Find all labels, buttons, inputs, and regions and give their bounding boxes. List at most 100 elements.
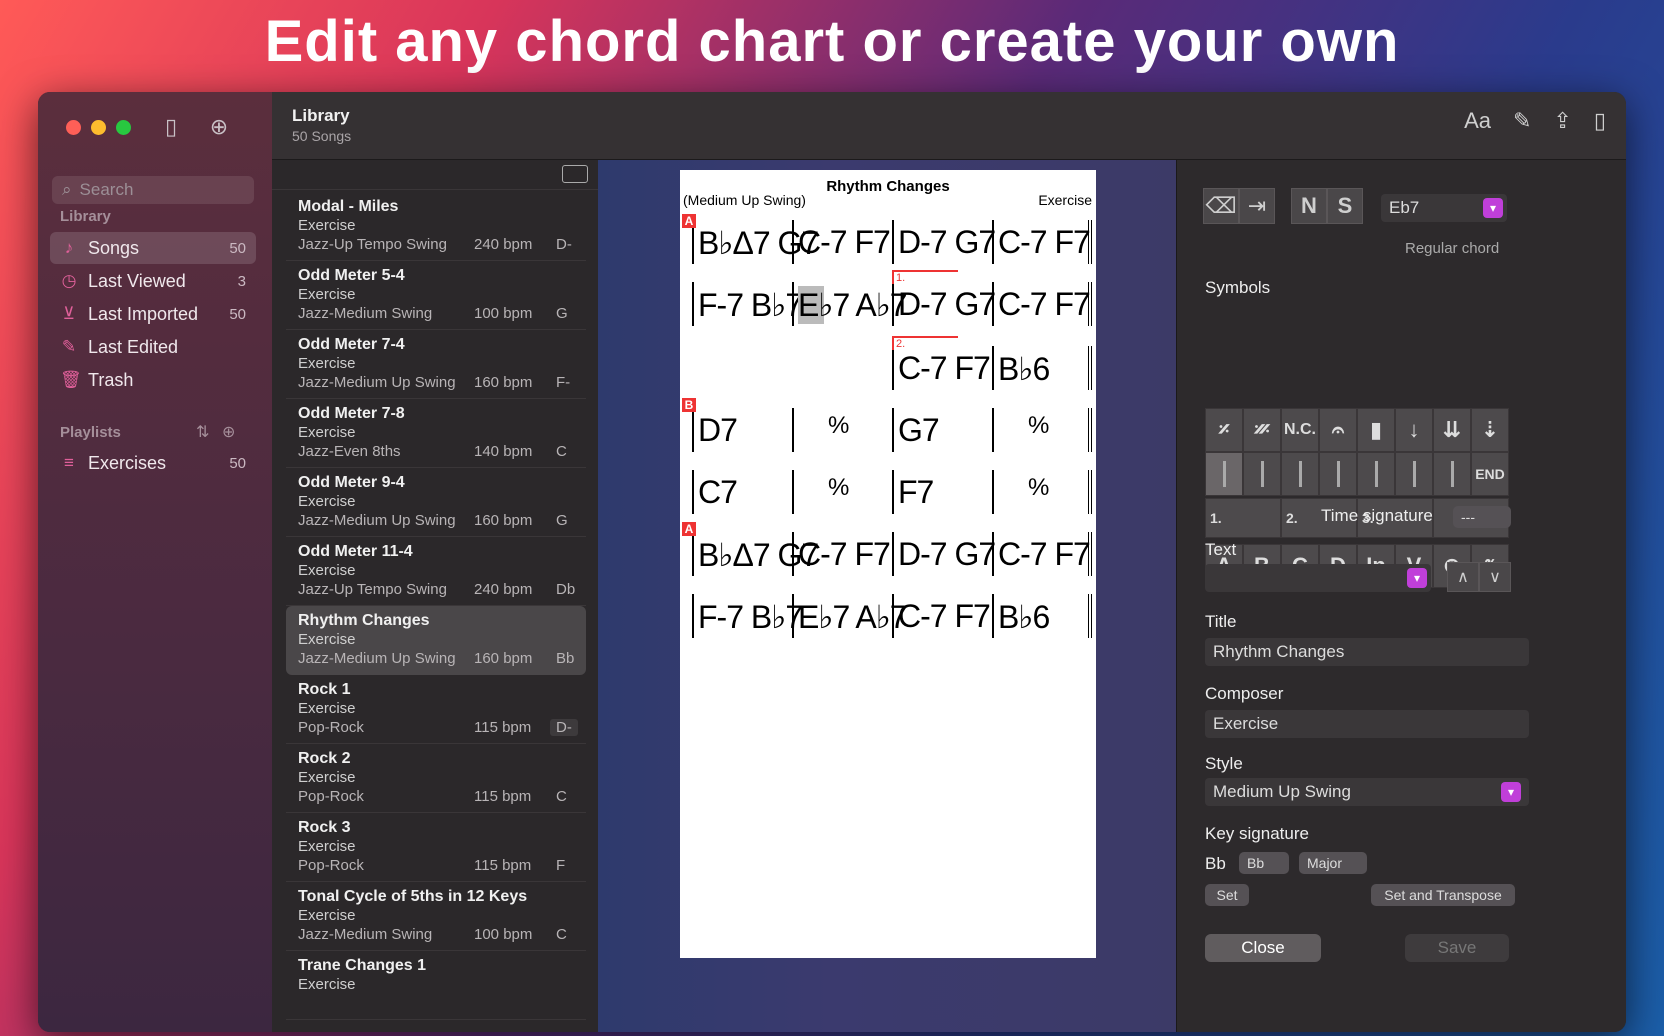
chevron-down-icon[interactable]: ∨ xyxy=(1479,562,1511,592)
chevron-up-icon[interactable]: ∧ xyxy=(1447,562,1479,592)
chord-cell[interactable]: % xyxy=(1028,412,1049,440)
chord-cell[interactable]: C-7 F7 xyxy=(898,598,991,635)
barline-symbol-button[interactable] xyxy=(1395,452,1433,496)
song-row[interactable]: Odd Meter 7-8 Exercise Jazz-Even 8ths 140 b… xyxy=(286,399,586,468)
zoom-window-button[interactable] xyxy=(116,120,131,135)
set-button[interactable]: Set xyxy=(1205,884,1249,906)
chord-cell[interactable]: F-7 B♭7 xyxy=(698,286,803,324)
pencil-icon[interactable]: ✎ xyxy=(1513,108,1531,134)
add-playlist-icon[interactable]: ⊕ xyxy=(222,422,235,442)
song-row[interactable]: Trane Changes 1 Exercise xyxy=(286,951,586,1020)
ending-symbol-button[interactable]: 1. xyxy=(1205,498,1281,538)
symbol-button[interactable]: ↓ xyxy=(1395,408,1433,452)
n-button[interactable]: N xyxy=(1291,188,1327,224)
close-button[interactable]: Close xyxy=(1205,934,1321,962)
end-symbol-button[interactable]: END xyxy=(1471,452,1509,496)
key-mode-select[interactable]: Major xyxy=(1299,852,1367,874)
save-button[interactable]: Save xyxy=(1405,934,1509,962)
chevron-down-icon[interactable]: ▾ xyxy=(1407,568,1427,588)
chord-cell[interactable]: B♭6 xyxy=(998,350,1050,388)
time-signature-select[interactable]: --- xyxy=(1453,506,1511,528)
end-barline xyxy=(1088,408,1092,452)
barline-symbol-button[interactable] xyxy=(1243,452,1281,496)
title-field[interactable]: Rhythm Changes xyxy=(1205,638,1529,666)
song-row[interactable]: Rock 3 Exercise Pop-Rock 115 bpm F xyxy=(286,813,586,882)
key-root-select[interactable]: Bb xyxy=(1239,852,1289,874)
chord-cell[interactable]: C-7 F7 xyxy=(798,224,891,261)
globe-icon[interactable]: ⊕ xyxy=(204,112,234,142)
sidebar-item-trash[interactable]: 🗑 Trash xyxy=(50,364,256,396)
song-row[interactable]: Modal - Miles Exercise Jazz-Up Tempo Swing… xyxy=(286,192,586,261)
search-input[interactable]: ⌕ Search xyxy=(52,176,254,204)
song-row[interactable]: Odd Meter 9-4 Exercise Jazz-Medium Up Swin… xyxy=(286,468,586,537)
chord-cell[interactable]: E♭7 A♭7 xyxy=(798,286,908,324)
playlist-item-exercises[interactable]: ≡ Exercises 50 xyxy=(50,447,256,479)
chord-cell[interactable]: % xyxy=(1028,474,1049,502)
sidebar-item-last-viewed[interactable]: ◷ Last Viewed 3 xyxy=(50,265,256,297)
chord-cell[interactable]: C-7 F7 xyxy=(998,224,1091,261)
symbol-button[interactable]: ⇊ xyxy=(1433,408,1471,452)
chord-cell[interactable]: E♭7 A♭7 xyxy=(798,598,908,636)
chord-cell[interactable]: D-7 G7 xyxy=(898,224,996,261)
song-key: D- xyxy=(550,719,578,736)
barline-symbol-button[interactable] xyxy=(1433,452,1471,496)
share-icon[interactable]: ⇪ xyxy=(1553,108,1571,134)
chord-cell[interactable]: D-7 G7 xyxy=(898,536,996,573)
library-header: Library 50 Songs Aa ✎ ⇪ ▯ xyxy=(272,92,1626,160)
song-title: Odd Meter 7-8 xyxy=(298,405,405,422)
symbol-button[interactable]: ⇣ xyxy=(1471,408,1509,452)
chord-cell[interactable]: C-7 F7 xyxy=(998,286,1091,323)
sidebar-item-last-edited[interactable]: ✎ Last Edited xyxy=(50,331,256,363)
symbol-button[interactable]: 𝄐 xyxy=(1319,408,1357,452)
song-row[interactable]: Odd Meter 7-4 Exercise Jazz-Medium Up Swin… xyxy=(286,330,586,399)
close-window-button[interactable] xyxy=(66,120,81,135)
set-and-transpose-button[interactable]: Set and Transpose xyxy=(1371,884,1515,906)
barline-symbol-button[interactable] xyxy=(1205,452,1243,496)
sidebar-toggle-icon[interactable]: ▯ xyxy=(156,112,186,142)
song-row[interactable]: Odd Meter 11-4 Exercise Jazz-Up Tempo Swin… xyxy=(286,537,586,606)
chord-cell[interactable]: D-7 G7 xyxy=(898,286,996,323)
chord-cell[interactable]: D7 xyxy=(698,412,738,449)
sidebar-item-songs[interactable]: ♪ Songs 50 xyxy=(50,232,256,264)
window-controls xyxy=(66,120,131,135)
columns-toggle-icon[interactable] xyxy=(562,165,588,183)
barline-symbol-button[interactable] xyxy=(1357,452,1395,496)
song-row[interactable]: Rock 1 Exercise Pop-Rock 115 bpm D- xyxy=(286,675,586,744)
inspector-toggle-icon[interactable]: ▯ xyxy=(1594,108,1606,134)
chord-cell[interactable]: B♭6 xyxy=(998,598,1050,636)
song-row[interactable]: Odd Meter 5-4 Exercise Jazz-Medium Swing 10… xyxy=(286,261,586,330)
page-subtitle: 50 Songs xyxy=(292,128,352,144)
s-button[interactable]: S xyxy=(1327,188,1363,224)
symbol-button[interactable]: N.C. xyxy=(1281,408,1319,452)
chord-cell[interactable]: C-7 F7 xyxy=(798,536,891,573)
sidebar-item-last-imported[interactable]: ⊻ Last Imported 50 xyxy=(50,298,256,330)
chord-cell[interactable]: F-7 B♭7 xyxy=(698,598,803,636)
chord-cell[interactable]: F7 xyxy=(898,474,934,511)
chord-chart-page[interactable]: Rhythm Changes (Medium Up Swing) Exercis… xyxy=(680,170,1096,958)
song-row[interactable]: Tonal Cycle of 5ths in 12 Keys Exercise Ja… xyxy=(286,882,586,951)
chord-cell[interactable]: % xyxy=(828,474,849,502)
chord-cell[interactable]: C-7 F7 xyxy=(998,536,1091,573)
song-row[interactable]: Rhythm Changes Exercise Jazz-Medium Up Swi… xyxy=(286,606,586,675)
font-button[interactable]: Aa xyxy=(1464,108,1491,134)
sort-playlists-icon[interactable]: ⇅ xyxy=(196,422,209,442)
song-row[interactable]: Rock 2 Exercise Pop-Rock 115 bpm C xyxy=(286,744,586,813)
chord-cell[interactable]: C-7 F7 xyxy=(898,350,991,387)
chord-cell[interactable]: G7 xyxy=(898,412,940,449)
delete-left-icon[interactable]: ⌫ xyxy=(1203,188,1239,224)
insert-right-icon[interactable]: ⇥ xyxy=(1239,188,1275,224)
chevron-down-icon[interactable]: ▾ xyxy=(1501,782,1521,802)
symbol-button[interactable]: 𝄎 xyxy=(1205,408,1243,452)
barline-symbol-button[interactable] xyxy=(1281,452,1319,496)
minimize-window-button[interactable] xyxy=(91,120,106,135)
barline-symbol-button[interactable] xyxy=(1319,452,1357,496)
composer-field[interactable]: Exercise xyxy=(1205,710,1529,738)
playlist-icon: ≡ xyxy=(64,453,74,472)
text-field[interactable] xyxy=(1205,564,1431,592)
chord-cell[interactable]: C7 xyxy=(698,474,738,511)
symbol-button[interactable]: ▮ xyxy=(1357,408,1395,452)
chevron-down-icon[interactable]: ▾ xyxy=(1483,198,1503,218)
symbol-button[interactable]: 𝄏 xyxy=(1243,408,1281,452)
chord-cell[interactable]: % xyxy=(828,412,849,440)
style-select[interactable]: Medium Up Swing xyxy=(1205,778,1529,806)
